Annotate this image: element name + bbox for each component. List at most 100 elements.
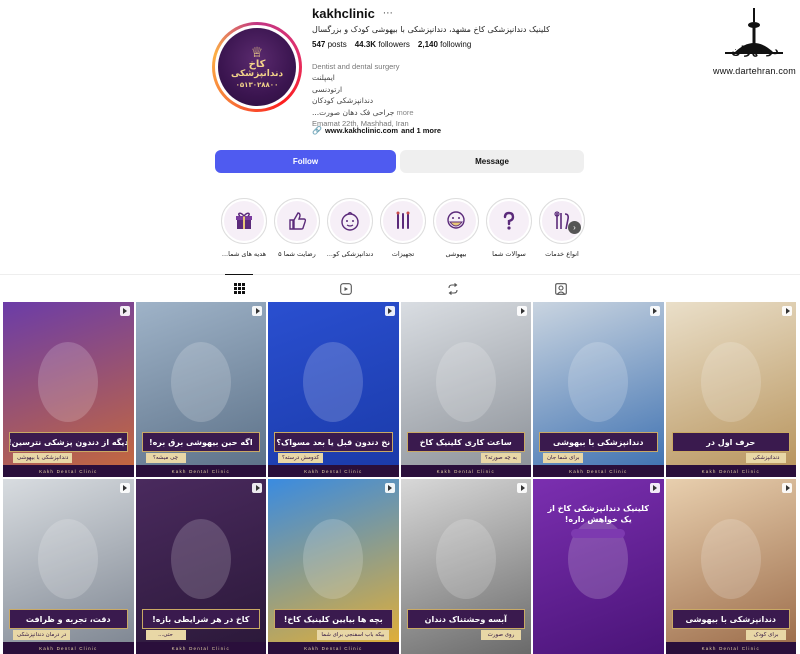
post-promo-text: کلینیک دندانپزشکی کاخ از یک خواهش داره!	[547, 504, 649, 524]
post-photo-subject	[303, 519, 363, 599]
post-tile[interactable]: دقت، تجربه و ظرافت در درمان دندانپزشکی Kak…	[3, 479, 134, 654]
link-icon: 🔗	[312, 126, 322, 135]
post-title-banner: دندانپزشکی با بیهوشی	[539, 432, 658, 452]
post-photo-subject	[303, 342, 363, 422]
post-title-banner: نخ دندون قبل یا بعد مسواک؟	[274, 432, 393, 452]
grid-icon	[233, 283, 245, 294]
post-subtag: روی صورت	[481, 630, 521, 640]
post-photo-subject	[700, 342, 761, 422]
post-subtag: برای کودک	[746, 630, 786, 640]
avatar-phone: ۰۵۱۳۰۲۸۸۰۰	[235, 81, 279, 90]
reel-icon	[649, 483, 660, 493]
post-footer: Kakh Dental Clinic	[268, 642, 399, 654]
post-title-banner: اگه حین بیهوشی برق بره!	[141, 432, 260, 452]
reel-icon	[384, 306, 395, 316]
following-stat[interactable]: 2,140 following	[418, 40, 471, 49]
bio: Dentist and dental surgery ایمپلنت ارتود…	[312, 61, 552, 129]
watermark-url: www.dartehran.com	[713, 66, 796, 76]
post-tile[interactable]: ساعت کاری کلینیک کاخ به چه صورته؟ Kakh Den…	[400, 302, 531, 477]
post-subtag: کدومش درسته؟	[278, 453, 324, 463]
post-footer: Kakh Dental Clinic	[665, 642, 796, 654]
watermark-logo: در تهران www.dartehran.com	[713, 8, 796, 78]
post-tile[interactable]: آبسه وحشتناک دندان روی صورت	[400, 479, 531, 654]
highlight-kids[interactable]: دندانپزشکی کو...	[324, 198, 376, 258]
mask-face-icon	[447, 211, 465, 229]
highlight-questions[interactable]: سوالات شما	[483, 198, 535, 258]
post-footer: Kakh Dental Clinic	[268, 465, 399, 477]
tab-reels[interactable]	[332, 275, 360, 303]
highlight-equipment[interactable]: تجهیزات	[377, 198, 429, 258]
post-photo-subject	[38, 342, 98, 422]
highlight-label: رضایت شما ۵	[278, 250, 316, 258]
highlight-satisfaction[interactable]: رضایت شما ۵	[271, 198, 323, 258]
post-tile[interactable]: اگه حین بیهوشی برق بره! چی میشه؟ Kakh Dent…	[135, 302, 266, 477]
avatar-name: کاخ	[248, 58, 266, 70]
post-subtag: برای شما جان	[543, 453, 584, 463]
post-tile[interactable]: نخ دندون قبل یا بعد مسواک؟ کدومش درسته؟ Ka…	[268, 302, 399, 477]
promo-pill	[571, 529, 625, 538]
avatar-subtitle: دندانپزشکی	[230, 68, 284, 79]
followers-stat[interactable]: 44.3K followers	[355, 40, 410, 49]
post-footer: Kakh Dental Clinic	[135, 465, 266, 477]
reel-icon	[782, 306, 792, 316]
posts-stat: 547 posts	[312, 40, 347, 49]
reel-icon	[782, 483, 792, 493]
username: kakhclinic	[312, 6, 375, 21]
post-tile[interactable]: بچه ها بیایین کلینیک کاخ! بیکه باب اسفنجی…	[268, 479, 399, 654]
post-tile[interactable]: دیگه از دندون پزشکی نترسین! دندانپزشکی با…	[3, 302, 134, 477]
reel-icon	[517, 483, 527, 493]
post-photo-subject	[435, 519, 496, 599]
post-tile[interactable]: کلینیک دندانپزشکی کاخ از یک خواهش داره!	[533, 479, 664, 654]
post-footer: Kakh Dental Clinic	[3, 465, 134, 477]
post-footer: Kakh Dental Clinic	[533, 465, 664, 477]
bio-line: ارتودنسی	[312, 84, 343, 94]
post-photo-subject	[435, 342, 496, 422]
post-tile[interactable]: دندانپزشکی با بیهوشی برای شما جان Kakh Den…	[533, 302, 664, 477]
website-link[interactable]: www.kakhclinic.com	[325, 126, 398, 135]
watermark-text: در تهران	[731, 44, 779, 57]
profile-avatar[interactable]: ♕ کاخ دندانپزشکی ۰۵۱۳۰۲۸۸۰۰	[212, 22, 302, 112]
post-tile[interactable]: کاخ در هر شرایطی بازه! حتی... Kakh Dental …	[135, 479, 266, 654]
post-title-banner: آبسه وحشتناک دندان	[406, 609, 525, 629]
ellipsis-icon[interactable]: ⋯	[383, 8, 394, 19]
tab-reposts[interactable]	[439, 275, 467, 303]
post-subtag: چی میشه؟	[145, 453, 186, 463]
profile-stats: 547 posts 44.3K followers 2,140 followin…	[312, 40, 471, 49]
tab-posts[interactable]	[225, 274, 253, 302]
reel-icon	[252, 306, 262, 316]
more-links[interactable]: and 1 more	[401, 126, 441, 135]
post-footer: Kakh Dental Clinic	[400, 465, 531, 477]
post-tile[interactable]: دندانپزشکی با بیهوشی برای کودک Kakh Dental…	[665, 479, 796, 654]
post-footer: Kakh Dental Clinic	[665, 465, 796, 477]
post-title-banner: کاخ در هر شرایطی بازه!	[141, 609, 260, 629]
child-face-icon	[341, 211, 359, 231]
post-subtag: به چه صورته؟	[481, 453, 521, 463]
post-photo-subject	[170, 342, 231, 422]
tab-tagged[interactable]	[547, 275, 575, 303]
highlight-label: انواع خدمات	[545, 250, 579, 258]
follow-button[interactable]: Follow	[215, 150, 396, 173]
post-footer: Kakh Dental Clinic	[135, 642, 266, 654]
chevron-right-icon[interactable]: ›	[568, 221, 581, 234]
highlight-label: دندانپزشکی کو...	[326, 250, 374, 258]
post-tile[interactable]: حرف اول در دندانپزشکی Kakh Dental Clinic	[665, 302, 796, 477]
tooth-crown-icon: ♕	[250, 43, 264, 60]
highlight-gifts[interactable]: هدیه های شما...	[218, 198, 270, 258]
profile-tabs	[0, 274, 800, 302]
post-title-banner: دقت، تجربه و ظرافت	[9, 609, 128, 629]
highlight-label: تجهیزات	[391, 250, 415, 258]
post-subtag: دندانپزشکی	[746, 453, 786, 463]
gift-icon	[236, 212, 252, 229]
bio-category: Dentist and dental surgery	[312, 62, 400, 71]
message-button[interactable]: Message	[400, 150, 584, 173]
post-subtag: در درمان دندانپزشکی	[13, 630, 71, 640]
reel-icon	[119, 306, 130, 316]
highlight-label: هدیه های شما...	[221, 250, 267, 258]
bio-more-link[interactable]: more	[396, 108, 413, 117]
posts-grid: دیگه از دندون پزشکی نترسین! دندانپزشکی با…	[3, 302, 797, 654]
tagged-icon	[555, 283, 567, 295]
reel-icon	[517, 306, 527, 316]
profile-links[interactable]: 🔗 www.kakhclinic.com and 1 more	[312, 126, 441, 135]
highlight-anesthesia[interactable]: بیهوشی	[430, 198, 482, 258]
story-highlights: هدیه های شما... رضایت شما ۵ دندانپزشکی ک…	[218, 198, 590, 268]
